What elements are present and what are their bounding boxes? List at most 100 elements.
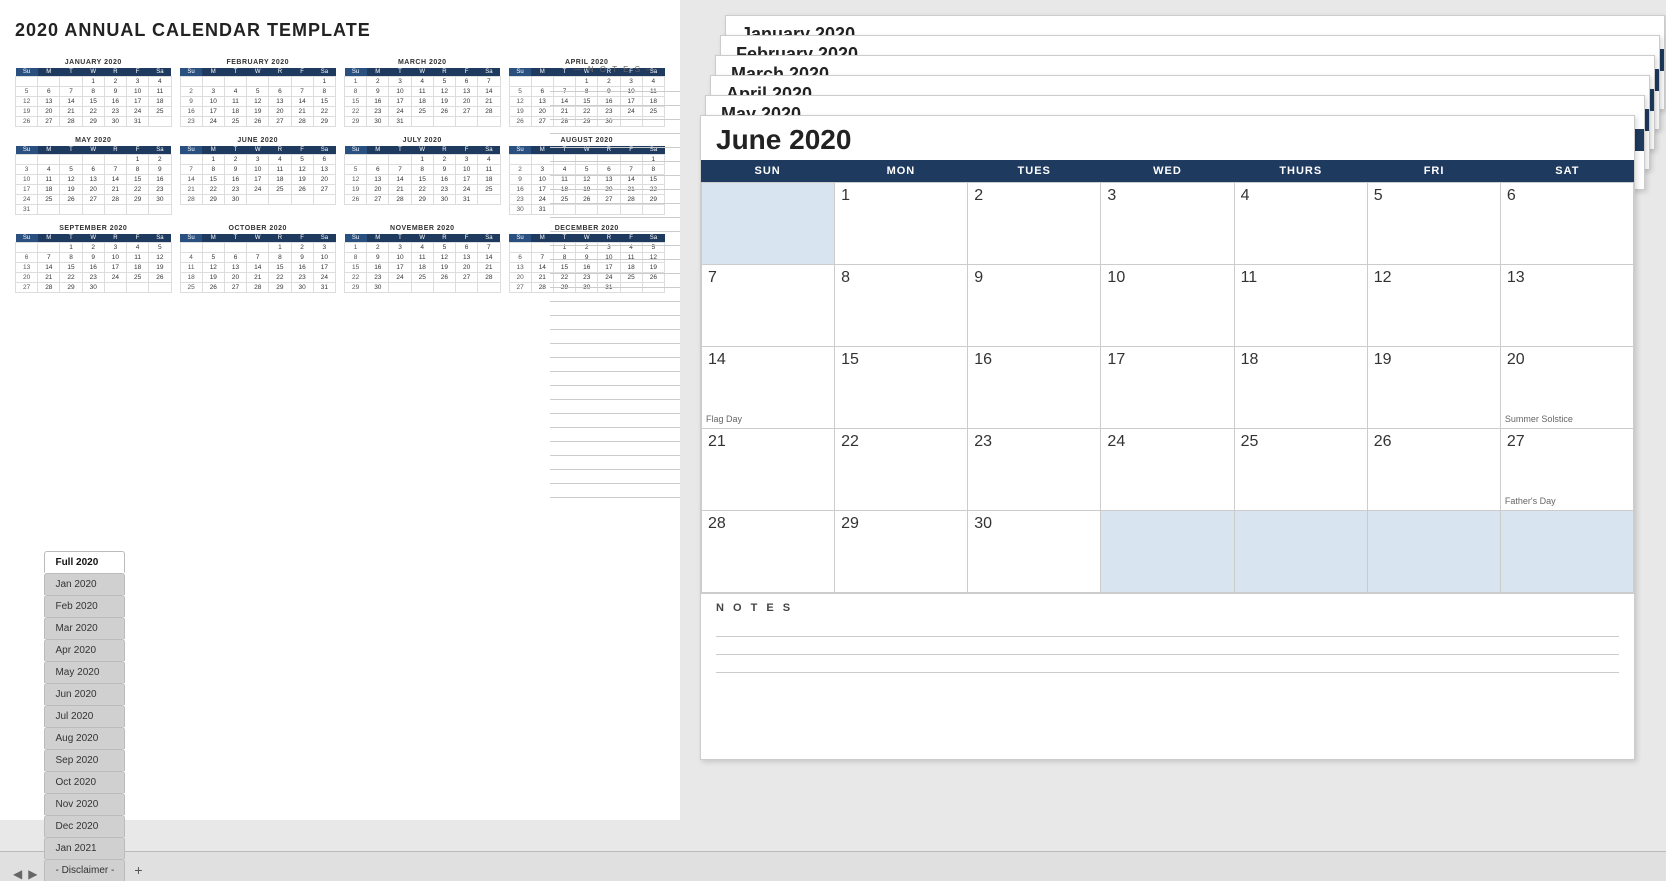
notes-line — [550, 442, 680, 456]
mini-cal-cell: 7 — [104, 165, 126, 175]
mini-cal-cell: 31 — [313, 283, 335, 293]
notes-line — [550, 106, 680, 120]
tab-mar-2020[interactable]: Mar 2020 — [44, 617, 125, 639]
tab-jun-2020[interactable]: Jun 2020 — [44, 683, 125, 705]
mini-cal-cell — [60, 205, 82, 215]
mini-cal-cell: 11 — [180, 263, 202, 273]
notes-line — [550, 274, 680, 288]
tab-nav-left-btn[interactable]: ◀ — [10, 867, 25, 881]
mini-cal-cell: 25 — [411, 107, 433, 117]
mini-cal-cell — [247, 195, 269, 205]
mini-cal-cell: 14 — [389, 175, 411, 185]
mini-cal-cell: 27 — [224, 283, 246, 293]
tab-full-2020[interactable]: Full 2020 — [44, 551, 125, 573]
tab-jan-2020[interactable]: Jan 2020 — [44, 573, 125, 595]
mini-cal-cell: 7 — [38, 253, 60, 263]
mini-cal-cell: 7 — [478, 77, 500, 87]
mini-cal-cell: 8 — [202, 165, 224, 175]
mini-cal-cell: 9 — [433, 165, 455, 175]
mini-cal-cell: 15 — [202, 175, 224, 185]
mini-cal-cell: 4 — [224, 87, 246, 97]
tab-jul-2020[interactable]: Jul 2020 — [44, 705, 125, 727]
mini-cal-cell: 27 — [16, 283, 38, 293]
tab-oct-2020[interactable]: Oct 2020 — [44, 771, 125, 793]
notes-line — [550, 78, 680, 92]
mini-cal-cell: 16 — [104, 97, 126, 107]
mini-cal-cell: 28 — [478, 107, 500, 117]
tab-may-2020[interactable]: May 2020 — [44, 661, 125, 683]
mini-cal-cell: 12 — [149, 253, 171, 263]
mini-cal-cell: 13 — [456, 253, 478, 263]
notes-line — [550, 372, 680, 386]
tab-feb-2020[interactable]: Feb 2020 — [44, 595, 125, 617]
mini-cal-title-oct2020: OCTOBER 2020 — [180, 225, 337, 232]
mini-cal-cell: 1 — [345, 243, 367, 253]
mini-cal-cell: 31 — [456, 195, 478, 205]
tab-nav-right-btn[interactable]: ▶ — [25, 867, 40, 881]
mini-cal-cell: 12 — [433, 87, 455, 97]
jun-notes: N O T E S — [701, 593, 1634, 681]
mini-cal-cell: 10 — [389, 87, 411, 97]
mini-cal-cell: 29 — [313, 117, 335, 127]
mini-cal-cell: 8 — [60, 253, 82, 263]
tab-jan-2021[interactable]: Jan 2021 — [44, 837, 125, 859]
mini-cal-cell: 19 — [60, 185, 82, 195]
mini-cal-cell: 19 — [509, 107, 531, 117]
mini-cal-cell: 5 — [60, 165, 82, 175]
mini-cal-cell: 26 — [60, 195, 82, 205]
tab---disclaimer--[interactable]: - Disclaimer - — [44, 859, 125, 881]
tab-aug-2020[interactable]: Aug 2020 — [44, 727, 125, 749]
mini-cal-cell: 7 — [291, 87, 313, 97]
month-page-jun: June 2020 SUN MON TUES WED THURS FRI SAT… — [700, 115, 1635, 760]
add-tab-button[interactable]: + — [126, 859, 150, 881]
tab-nov-2020[interactable]: Nov 2020 — [44, 793, 125, 815]
mini-cal-cell: 22 — [313, 107, 335, 117]
mini-cal-cell — [291, 77, 313, 87]
mini-cal-cell: 1 — [60, 243, 82, 253]
mini-cal-cell: 4 — [411, 243, 433, 253]
mini-cal-cell — [60, 77, 82, 87]
mini-cal-cell: 15 — [269, 263, 291, 273]
tabs-container: Full 2020Jan 2020Feb 2020Mar 2020Apr 202… — [44, 551, 126, 881]
jun-cell-3-4: 25 — [1235, 429, 1368, 511]
notes-line — [550, 484, 680, 498]
mini-cal-cell: 29 — [202, 195, 224, 205]
mini-cal-cell — [247, 77, 269, 87]
mini-cal-cell: 19 — [291, 175, 313, 185]
mini-cal-cell: 14 — [104, 175, 126, 185]
mini-cal-cell: 20 — [16, 273, 38, 283]
tab-dec-2020[interactable]: Dec 2020 — [44, 815, 125, 837]
mini-cal-cell — [16, 243, 38, 253]
mini-cal-cell: 23 — [509, 195, 531, 205]
mini-cal-cell: 24 — [202, 117, 224, 127]
jun-cell-4-2: 30 — [968, 511, 1101, 593]
jun-cell-3-1: 22 — [835, 429, 968, 511]
mini-cal-cell — [38, 77, 60, 87]
mini-cal-cell — [313, 195, 335, 205]
mini-cal-cell: 13 — [367, 175, 389, 185]
mini-cal-title-may2020: MAY 2020 — [15, 137, 172, 144]
notes-line — [550, 260, 680, 274]
mini-cal-cell: 15 — [313, 97, 335, 107]
mini-cal-cell: 5 — [509, 87, 531, 97]
mini-cal-cell: 6 — [38, 87, 60, 97]
tab-sep-2020[interactable]: Sep 2020 — [44, 749, 125, 771]
mini-cal-cell: 17 — [389, 97, 411, 107]
mini-cal-cell — [180, 243, 202, 253]
mini-cal-cell: 18 — [149, 97, 171, 107]
tab-apr-2020[interactable]: Apr 2020 — [44, 639, 125, 661]
mini-cal-cell: 12 — [509, 97, 531, 107]
mini-cal-cell: 31 — [127, 117, 149, 127]
mini-cal-cell: 2 — [291, 243, 313, 253]
mini-cal-cell: 22 — [127, 185, 149, 195]
mini-cal-cell: 4 — [269, 155, 291, 165]
notes-title: — N O T E S — — [550, 65, 680, 74]
mini-cal-cell: 7 — [247, 253, 269, 263]
mini-cal-cell: 3 — [389, 243, 411, 253]
mini-cal-cell: 11 — [149, 87, 171, 97]
mini-cal-cell: 26 — [509, 117, 531, 127]
mini-cal-sep2020: SEPTEMBER 2020SuMTWRFSa12345678910111213… — [15, 225, 172, 293]
jun-cell-1-5: 12 — [1368, 265, 1501, 347]
mini-cal-cell: 18 — [224, 107, 246, 117]
notes-line — [550, 92, 680, 106]
